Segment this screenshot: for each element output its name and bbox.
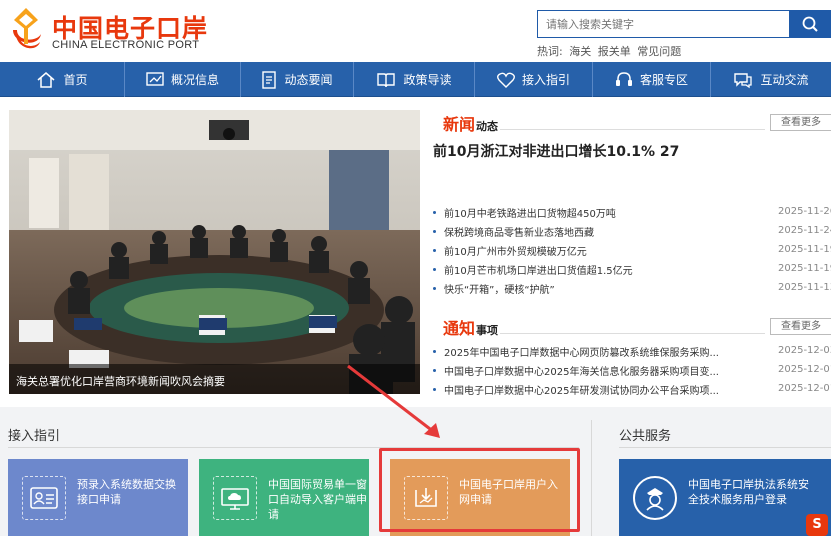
- logo-subtitle: CHINA ELECTRONIC PORT: [52, 39, 200, 51]
- news-item-title: 前10月广州市外贸规模破万亿元: [444, 246, 587, 258]
- bullet-icon: [433, 349, 436, 353]
- notice-item-title: 2025年中国电子口岸数据中心网页防篡改系统维保服务采购...: [444, 347, 719, 359]
- news-item[interactable]: 前10月芒市机场口岸进出口货值超1.5亿元: [433, 261, 633, 277]
- bullet-icon: [433, 248, 436, 252]
- notice-item-date: 2025-12-03: [778, 345, 831, 356]
- document-icon: [262, 70, 277, 89]
- nav-label: 政策导读: [403, 73, 452, 87]
- news-item-title: 前10月中老铁路进出口货物超450万吨: [444, 208, 616, 220]
- news-item-date: 2025-11-13: [778, 282, 831, 293]
- nav-label: 动态要闻: [284, 73, 333, 87]
- nav-interaction[interactable]: 互动交流: [711, 62, 831, 97]
- notice-item[interactable]: 中国电子口岸数据中心2025年研发测试协同办公平台采购项...: [433, 381, 719, 397]
- news-item-title: 保税跨境商品零售新业态落地西藏: [444, 227, 594, 239]
- hot-words: 热词: 海关 报关单 常见问题: [537, 43, 684, 59]
- notice-item-title: 中国电子口岸数据中心2025年研发测试协同办公平台采购项...: [444, 385, 719, 397]
- hot-word[interactable]: 常见问题: [637, 45, 681, 58]
- highlight-box: [379, 448, 580, 532]
- conference-photo: [9, 110, 420, 394]
- chat-icon: [734, 72, 753, 88]
- main-nav: 首页 概况信息 动态要闻 政策导读 接入指引 客服专区 互动交流: [0, 62, 831, 97]
- news-item[interactable]: 前10月广州市外贸规模破万亿元: [433, 242, 587, 258]
- news-title-main: 新闻: [443, 115, 476, 134]
- news-divider: [500, 129, 765, 130]
- chart-icon: [146, 71, 164, 86]
- id-card-icon: [22, 476, 66, 520]
- news-item-title: 快乐“开箱”，硬核“护航”: [444, 284, 555, 296]
- search-input[interactable]: [538, 11, 789, 37]
- notice-item-date: 2025-12-01: [778, 364, 831, 375]
- home-icon: [37, 71, 55, 88]
- news-item[interactable]: 快乐“开箱”，硬核“护航”: [433, 280, 555, 296]
- notice-item-date: 2025-12-01: [778, 383, 831, 394]
- news-item[interactable]: 保税跨境商品零售新业态落地西藏: [433, 223, 594, 239]
- bullet-icon: [433, 267, 436, 271]
- notice-more-button[interactable]: 查看更多: [770, 318, 831, 335]
- police-badge-icon: [633, 476, 677, 520]
- search-button[interactable]: [790, 10, 831, 38]
- notice-section-title: 通知事项: [443, 315, 498, 339]
- header: 中国电子口岸 CHINA ELECTRONIC PORT 热词: 海关 报关单 …: [0, 0, 831, 62]
- news-item-date: 2025-11-24: [778, 225, 831, 236]
- nav-policy[interactable]: 政策导读: [354, 62, 475, 97]
- notice-divider: [500, 333, 765, 334]
- bullet-icon: [433, 229, 436, 233]
- search-box: [537, 10, 790, 38]
- public-section-title: 公共服务: [619, 429, 672, 444]
- news-banner[interactable]: 海关总署优化口岸营商环境新闻吹风会摘要: [9, 110, 420, 394]
- hot-words-label: 热词:: [537, 45, 563, 58]
- nav-label: 首页: [63, 73, 88, 87]
- card-single-window[interactable]: 中国国际贸易单一窗口自动导入客户端申请: [199, 459, 369, 536]
- news-section-title: 新闻动态: [443, 111, 498, 135]
- news-item-title: 前10月芒市机场口岸进出口货值超1.5亿元: [444, 265, 633, 277]
- search-icon: [802, 16, 818, 32]
- nav-home[interactable]: 首页: [0, 62, 125, 97]
- sohu-badge-icon[interactable]: S: [806, 514, 828, 536]
- nav-label: 接入指引: [521, 73, 570, 87]
- bullet-icon: [433, 286, 436, 290]
- nav-label: 概况信息: [170, 73, 219, 87]
- column-separator: [591, 420, 592, 536]
- hot-word[interactable]: 报关单: [598, 45, 631, 58]
- news-headline[interactable]: 前10月浙江对非进出口增长10.1% 27: [433, 141, 679, 161]
- nav-overview[interactable]: 概况信息: [125, 62, 241, 97]
- heart-icon: [497, 72, 515, 88]
- news-item[interactable]: 前10月中老铁路进出口货物超450万吨: [433, 204, 616, 220]
- book-icon: [377, 72, 396, 87]
- bullet-icon: [433, 210, 436, 214]
- card-label: 预录入系统数据交换接口申请: [77, 478, 176, 506]
- nav-access[interactable]: 接入指引: [475, 62, 593, 97]
- card-label: 中国国际贸易单一窗口自动导入客户端申请: [268, 478, 367, 521]
- hot-word[interactable]: 海关: [569, 45, 591, 58]
- news-more-button[interactable]: 查看更多: [770, 114, 831, 131]
- notice-item-title: 中国电子口岸数据中心2025年海关信息化服务器采购项目变...: [444, 366, 719, 378]
- notice-title-main: 通知: [443, 319, 476, 338]
- card-enforcement-login[interactable]: 中国电子口岸执法系统安全技术服务用户登录: [619, 459, 831, 536]
- news-item-date: 2025-11-26: [778, 206, 831, 217]
- news-item-date: 2025-11-19: [778, 263, 831, 274]
- public-divider: [619, 447, 831, 448]
- cloud-monitor-icon: [213, 476, 257, 520]
- nav-label: 互动交流: [760, 73, 809, 87]
- annotation-arrow: [347, 364, 440, 438]
- notice-title-sub: 事项: [476, 324, 499, 337]
- news-item-date: 2025-11-19: [778, 244, 831, 255]
- headset-icon: [615, 71, 632, 86]
- logo-emblem-icon[interactable]: [7, 6, 45, 52]
- nav-label: 客服专区: [639, 73, 688, 87]
- news-title-sub: 动态: [476, 120, 499, 133]
- card-label: 中国电子口岸执法系统安全技术服务用户登录: [688, 478, 809, 506]
- nav-service[interactable]: 客服专区: [593, 62, 711, 97]
- nav-news[interactable]: 动态要闻: [241, 62, 354, 97]
- access-section-title: 接入指引: [8, 429, 61, 444]
- notice-item[interactable]: 2025年中国电子口岸数据中心网页防篡改系统维保服务采购...: [433, 343, 719, 359]
- card-data-exchange[interactable]: 预录入系统数据交换接口申请: [8, 459, 188, 536]
- notice-item[interactable]: 中国电子口岸数据中心2025年海关信息化服务器采购项目变...: [433, 362, 719, 378]
